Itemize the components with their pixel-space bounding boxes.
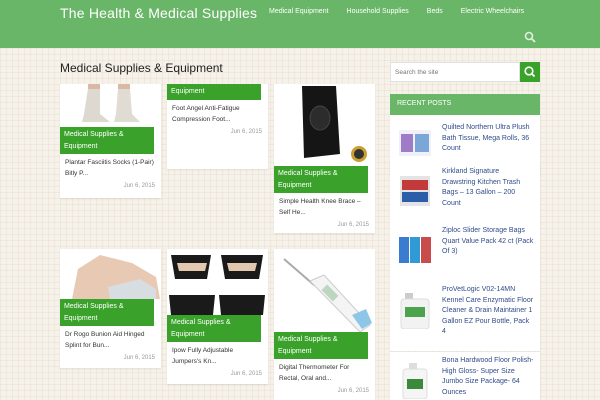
recent-post-title[interactable]: Bona Hardwood Floor Polish- High Gloss- …	[442, 356, 534, 398]
product-thumbnail[interactable]	[399, 172, 431, 210]
header-subbar	[0, 27, 600, 48]
post-card[interactable]: Medical Supplies & Equipment Digital The…	[274, 249, 375, 400]
main-nav: Medical Equipment Household Supplies Bed…	[269, 8, 542, 15]
recent-post-item[interactable]: Kirkland Signature Drawstring Kitchen Tr…	[390, 163, 540, 222]
recent-post-title[interactable]: Quilted Northern Ultra Plush Bath Tissue…	[442, 123, 534, 155]
post-date: Jun 6, 2015	[123, 355, 155, 361]
recent-posts-header: RECENT POSTS	[390, 94, 540, 115]
recent-post-item[interactable]: Ziploc Slider Storage Bags Quart Value P…	[390, 222, 540, 281]
recent-post-item[interactable]: ProVetLogic V02-14MN Kennel Care Enzymat…	[390, 281, 540, 351]
post-title[interactable]: Dr Rogo Bunion Aid Hinged Splint for Bun…	[65, 329, 155, 351]
post-date: Jun 6, 2015	[337, 222, 369, 228]
post-thumbnail[interactable]	[60, 249, 161, 299]
post-category[interactable]: Medical Supplies & Equipment	[274, 332, 368, 359]
nav-item-household-supplies[interactable]: Household Supplies	[347, 8, 409, 15]
post-category[interactable]: Medical Supplies & Equipment	[274, 166, 368, 193]
recent-post-item[interactable]: Bona Hardwood Floor Polish- High Gloss- …	[390, 352, 540, 400]
product-thumbnail[interactable]	[399, 124, 431, 162]
post-category[interactable]: Medical Supplies & Equipment	[167, 315, 261, 342]
post-thumbnail[interactable]	[274, 249, 375, 332]
nav-item-beds[interactable]: Beds	[427, 8, 443, 15]
search-button[interactable]	[520, 62, 540, 82]
post-thumbnail[interactable]	[274, 84, 375, 166]
post-thumbnail[interactable]	[60, 84, 161, 127]
page-title: Medical Supplies & Equipment	[60, 61, 223, 75]
product-thumbnail[interactable]	[399, 361, 431, 399]
post-card[interactable]: Medical Supplies & Equipment Plantar Fas…	[60, 84, 161, 198]
nav-item-medical-equipment[interactable]: Medical Equipment	[269, 8, 329, 15]
recent-post-title[interactable]: Ziploc Slider Storage Bags Quart Value P…	[442, 226, 534, 258]
post-title[interactable]: Ipow Fully Adjustable Jumpers's Kn...	[172, 345, 262, 367]
post-category[interactable]: Medical Supplies & Equipment	[60, 127, 154, 154]
post-card[interactable]: Medical Supplies & Equipment Simple Heal…	[274, 84, 375, 233]
post-title[interactable]: Simple Health Knee Brace – Self He...	[279, 196, 369, 218]
nav-item-electric-wheelchairs[interactable]: Electric Wheelchairs	[461, 8, 524, 15]
post-category[interactable]: Medical Supplies & Equipment	[60, 299, 154, 326]
product-thumbnail[interactable]	[399, 231, 431, 269]
recent-post-title[interactable]: ProVetLogic V02-14MN Kennel Care Enzymat…	[442, 285, 534, 338]
post-date: Jun 6, 2015	[230, 371, 262, 377]
post-card[interactable]: Medical Supplies & Equipment Dr Rogo Bun…	[60, 249, 161, 368]
post-category[interactable]: Equipment	[167, 84, 261, 100]
post-title[interactable]: Digital Thermometer For Rectal, Oral and…	[279, 362, 369, 384]
post-card[interactable]: Equipment Foot Angel Anti-Fatigue Compre…	[167, 84, 268, 169]
post-title[interactable]: Foot Angel Anti-Fatigue Compression Foot…	[172, 103, 262, 125]
search-icon[interactable]	[524, 31, 536, 43]
site-title[interactable]: The Health & Medical Supplies	[60, 5, 257, 21]
post-date: Jun 6, 2015	[230, 129, 262, 135]
post-date: Jun 6, 2015	[337, 388, 369, 394]
post-title[interactable]: Plantar Fasciitis Socks (1-Pair) Bitly P…	[65, 157, 155, 179]
product-thumbnail[interactable]	[399, 291, 431, 329]
post-card[interactable]: Medical Supplies & Equipment Ipow Fully …	[167, 249, 268, 384]
post-thumbnail[interactable]	[167, 249, 268, 315]
search-input[interactable]	[390, 62, 520, 82]
post-date: Jun 6, 2015	[123, 183, 155, 189]
recent-post-title[interactable]: Kirkland Signature Drawstring Kitchen Tr…	[442, 167, 534, 209]
search-icon	[524, 66, 536, 78]
